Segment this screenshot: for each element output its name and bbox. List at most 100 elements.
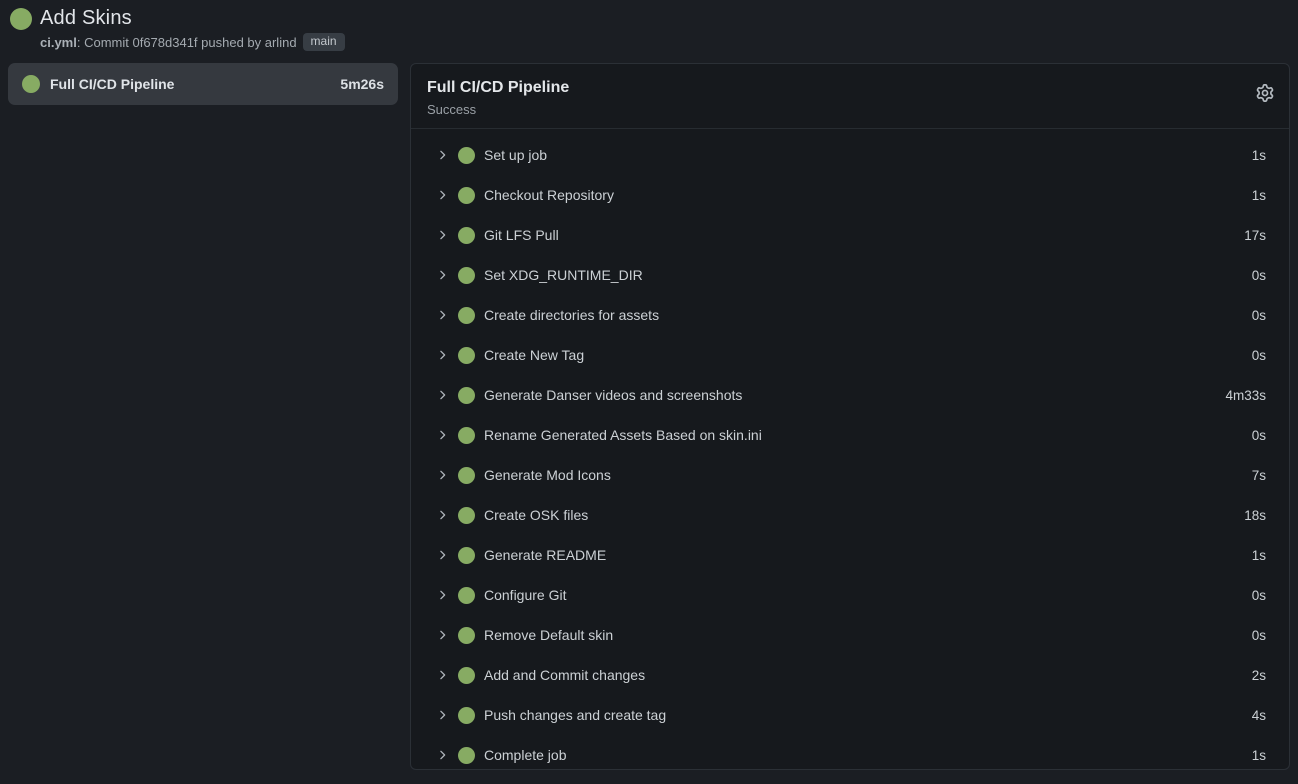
step-duration: 1s [1252,148,1266,163]
step-name: Add and Commit changes [484,667,645,683]
step-duration: 0s [1252,268,1266,283]
step-row[interactable]: Set XDG_RUNTIME_DIR 0s [411,255,1289,295]
success-icon [458,307,475,324]
step-name: Generate Danser videos and screenshots [484,387,742,403]
step-name: Rename Generated Assets Based on skin.in… [484,427,762,443]
gear-icon [1256,90,1274,105]
step-name: Create OSK files [484,507,588,523]
step-name: Create directories for assets [484,307,659,323]
step-row[interactable]: Create OSK files 18s [411,495,1289,535]
success-icon [458,187,475,204]
step-name: Configure Git [484,587,566,603]
chevron-right-icon [435,748,449,762]
chevron-right-icon [435,268,449,282]
chevron-right-icon [435,508,449,522]
success-icon [458,627,475,644]
step-name: Set XDG_RUNTIME_DIR [484,267,643,283]
branch-badge[interactable]: main [303,33,345,51]
step-row[interactable]: Push changes and create tag 4s [411,695,1289,735]
step-row[interactable]: Remove Default skin 0s [411,615,1289,655]
step-name: Set up job [484,147,547,163]
step-name: Git LFS Pull [484,227,559,243]
step-row[interactable]: Add and Commit changes 2s [411,655,1289,695]
chevron-right-icon [435,628,449,642]
step-row[interactable]: Complete job 1s [411,735,1289,769]
step-row[interactable]: Generate README 1s [411,535,1289,575]
run-content: Full CI/CD Pipeline 5m26s Full CI/CD Pip… [0,57,1298,784]
steps-list: Set up job 1s Checkout Repository 1s G [411,129,1289,769]
success-icon [458,587,475,604]
job-panel-header: Full CI/CD Pipeline Success [411,64,1289,129]
step-duration: 0s [1252,628,1266,643]
chevron-right-icon [435,708,449,722]
sidebar-job-item[interactable]: Full CI/CD Pipeline 5m26s [8,63,398,105]
step-name: Complete job [484,747,567,763]
step-duration: 4s [1252,708,1266,723]
success-icon [458,667,475,684]
chevron-right-icon [435,188,449,202]
chevron-right-icon [435,468,449,482]
run-title: Add Skins [40,7,132,30]
run-header: Add Skins ci.yml: Commit 0f678d341f push… [0,0,1298,57]
job-duration: 5m26s [340,76,384,92]
chevron-right-icon [435,588,449,602]
step-duration: 2s [1252,668,1266,683]
success-icon [458,227,475,244]
workflow-file-link[interactable]: ci.yml [40,35,77,50]
chevron-right-icon [435,308,449,322]
step-name: Remove Default skin [484,627,613,643]
step-row[interactable]: Create directories for assets 0s [411,295,1289,335]
step-name: Checkout Repository [484,187,614,203]
step-row[interactable]: Generate Mod Icons 7s [411,455,1289,495]
step-row[interactable]: Configure Git 0s [411,575,1289,615]
job-status-text: Success [427,102,1273,117]
job-settings-button[interactable] [1256,84,1274,102]
chevron-right-icon [435,148,449,162]
success-icon [458,427,475,444]
success-icon [458,467,475,484]
step-duration: 1s [1252,188,1266,203]
chevron-right-icon [435,348,449,362]
step-duration: 1s [1252,548,1266,563]
step-duration: 0s [1252,348,1266,363]
step-duration: 1s [1252,748,1266,763]
commit-summary: ci.yml: Commit 0f678d341f pushed by arli… [40,33,1288,51]
jobs-sidebar: Full CI/CD Pipeline 5m26s [8,63,398,770]
success-icon [458,547,475,564]
step-row[interactable]: Generate Danser videos and screenshots 4… [411,375,1289,415]
job-panel-title: Full CI/CD Pipeline [427,77,1273,99]
success-icon [458,267,475,284]
job-name: Full CI/CD Pipeline [50,76,174,92]
step-name: Generate Mod Icons [484,467,611,483]
step-name: Create New Tag [484,347,584,363]
step-duration: 18s [1244,508,1266,523]
success-icon [458,387,475,404]
actions-run-page: Add Skins ci.yml: Commit 0f678d341f push… [0,0,1298,784]
step-row[interactable]: Checkout Repository 1s [411,175,1289,215]
chevron-right-icon [435,548,449,562]
step-duration: 0s [1252,308,1266,323]
success-icon [458,747,475,764]
chevron-right-icon [435,668,449,682]
step-duration: 7s [1252,468,1266,483]
step-name: Generate README [484,547,606,563]
success-icon [458,507,475,524]
success-icon [458,707,475,724]
chevron-right-icon [435,428,449,442]
job-detail-panel: Full CI/CD Pipeline Success [410,63,1290,770]
success-icon [458,147,475,164]
chevron-right-icon [435,228,449,242]
success-icon [458,347,475,364]
step-name: Push changes and create tag [484,707,666,723]
step-duration: 4m33s [1225,388,1266,403]
step-duration: 0s [1252,428,1266,443]
step-row[interactable]: Rename Generated Assets Based on skin.in… [411,415,1289,455]
step-duration: 17s [1244,228,1266,243]
step-row[interactable]: Set up job 1s [411,135,1289,175]
chevron-right-icon [435,388,449,402]
commit-text: : Commit 0f678d341f pushed by arlind [77,35,297,50]
step-duration: 0s [1252,588,1266,603]
step-row[interactable]: Git LFS Pull 17s [411,215,1289,255]
step-row[interactable]: Create New Tag 0s [411,335,1289,375]
success-icon [10,8,32,30]
